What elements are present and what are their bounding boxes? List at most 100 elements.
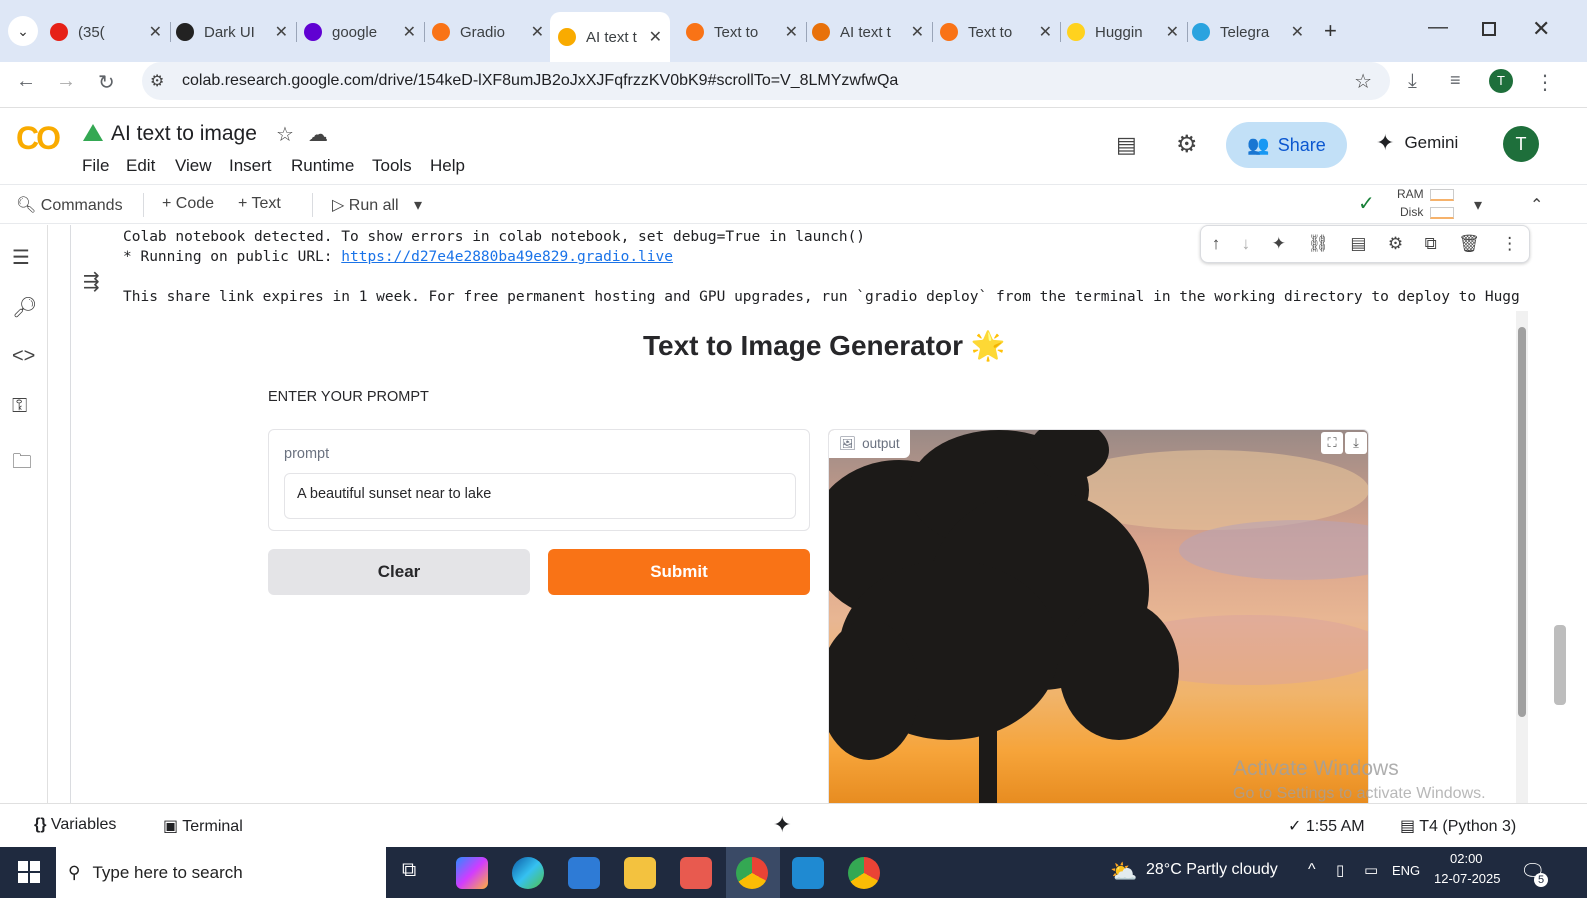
add-code-button[interactable]: + Code bbox=[162, 195, 214, 213]
table-of-contents-icon[interactable]: ☰ bbox=[12, 245, 30, 270]
chrome-profile-icon[interactable] bbox=[848, 857, 880, 889]
tab-close-icon[interactable]: ✕ bbox=[1039, 22, 1052, 42]
url-bar[interactable]: ⚙ colab.research.google.com/drive/154keD… bbox=[142, 62, 1390, 100]
download-icon[interactable]: ⤓ bbox=[1408, 70, 1417, 93]
clear-button[interactable]: Clear bbox=[268, 549, 530, 595]
file-explorer-icon[interactable] bbox=[624, 857, 656, 889]
menu-tools[interactable]: Tools bbox=[372, 156, 412, 176]
menu-edit[interactable]: Edit bbox=[126, 156, 155, 176]
browser-tab[interactable]: Dark UI ✕ bbox=[176, 16, 288, 48]
gemini-button[interactable]: ✦ Gemini bbox=[1376, 130, 1458, 156]
share-button[interactable]: 👥 Share bbox=[1226, 122, 1347, 168]
browser-tab[interactable]: Text to ✕ bbox=[940, 16, 1052, 48]
browser-tab[interactable]: AI text t ✕ bbox=[550, 12, 670, 62]
public-url-link[interactable]: https://d27e4e2880ba49e829.gradio.live bbox=[341, 249, 673, 265]
language-indicator[interactable]: ENG bbox=[1392, 863, 1420, 878]
browser-tab[interactable]: Telegra ✕ bbox=[1192, 16, 1304, 48]
disk-meter[interactable] bbox=[1430, 207, 1454, 219]
fullscreen-icon[interactable]: ⛶ bbox=[1321, 432, 1343, 454]
vscode-icon[interactable] bbox=[792, 857, 824, 889]
runtime-info[interactable]: ▤ T4 (Python 3) bbox=[1400, 816, 1516, 836]
notebook-title[interactable]: AI text to image bbox=[111, 122, 257, 146]
browser-tab[interactable]: (35(✕ bbox=[50, 16, 162, 48]
prompt-input[interactable]: A beautiful sunset near to lake bbox=[284, 473, 796, 519]
restore-button[interactable] bbox=[1482, 22, 1496, 36]
windows-start-icon[interactable] bbox=[18, 861, 40, 883]
collapse-header-icon[interactable]: ⌃ bbox=[1530, 195, 1543, 215]
iframe-scrollbar-thumb[interactable] bbox=[1518, 327, 1526, 717]
battery-icon[interactable]: ▭ bbox=[1364, 861, 1378, 879]
browser-tab[interactable]: Gradio ✕ bbox=[432, 16, 544, 48]
run-all-button[interactable]: ▷ Run all bbox=[332, 195, 399, 215]
site-info-icon[interactable]: ⚙ bbox=[150, 71, 164, 91]
cloud-icon[interactable]: ☁ bbox=[308, 122, 328, 147]
more-options-icon[interactable]: ⋮ bbox=[1501, 234, 1518, 254]
menu-help[interactable]: Help bbox=[430, 156, 465, 176]
weather-icon[interactable]: ⛅ bbox=[1110, 859, 1137, 885]
forward-icon[interactable]: → bbox=[56, 70, 76, 93]
link-icon[interactable]: ⛓ bbox=[1307, 234, 1329, 254]
profile-avatar[interactable]: T bbox=[1489, 69, 1513, 93]
star-icon[interactable]: ☆ bbox=[276, 122, 294, 147]
execution-status[interactable]: ✓ 1:55 AM bbox=[1288, 816, 1365, 836]
back-icon[interactable]: ← bbox=[16, 70, 36, 93]
gemini-cell-icon[interactable]: ✦ bbox=[1272, 234, 1286, 254]
find-icon[interactable]: 🔎︎ bbox=[12, 295, 37, 320]
tab-close-icon[interactable]: ✕ bbox=[403, 22, 416, 42]
comment-icon[interactable]: ▤ bbox=[1350, 234, 1366, 254]
account-avatar[interactable]: T bbox=[1503, 126, 1539, 162]
page-scrollbar-thumb[interactable] bbox=[1554, 625, 1566, 705]
tab-search-button[interactable]: ⌄ bbox=[8, 16, 38, 46]
bookmark-star-icon[interactable]: ☆ bbox=[1354, 69, 1372, 94]
taskbar-search-box[interactable]: ⚲ Type here to search bbox=[56, 847, 386, 898]
close-window-button[interactable]: ✕ bbox=[1532, 16, 1550, 42]
paint-icon[interactable] bbox=[680, 857, 712, 889]
tab-close-icon[interactable]: ✕ bbox=[785, 22, 798, 42]
clock-time[interactable]: 02:00 bbox=[1450, 851, 1483, 866]
ram-meter[interactable] bbox=[1430, 189, 1454, 201]
weather-text[interactable]: 28°C Partly cloudy bbox=[1146, 861, 1278, 879]
browser-tab[interactable]: AI text t ✕ bbox=[812, 16, 924, 48]
run-all-dropdown-icon[interactable]: ▾ bbox=[414, 195, 422, 215]
menu-runtime[interactable]: Runtime bbox=[291, 156, 354, 176]
tab-close-icon[interactable]: ✕ bbox=[649, 27, 662, 47]
mirror-cell-icon[interactable]: ⧉ bbox=[1425, 234, 1437, 254]
files-folder-icon[interactable]: 🗀 bbox=[12, 447, 32, 481]
browser-tab[interactable]: Text to ✕ bbox=[686, 16, 798, 48]
delete-icon[interactable]: 🗑︎ bbox=[1458, 234, 1480, 254]
browser-tab[interactable]: Huggin ✕ bbox=[1067, 16, 1179, 48]
settings-icon[interactable]: ⚙ bbox=[1176, 130, 1198, 159]
resources-dropdown-icon[interactable]: ▾ bbox=[1474, 195, 1482, 215]
output-toggle-icon[interactable]: ⇶ bbox=[83, 269, 100, 294]
menu-insert[interactable]: Insert bbox=[229, 156, 272, 176]
browser-menu-icon[interactable]: ⋮ bbox=[1535, 70, 1555, 95]
tray-chevron-icon[interactable]: ^ bbox=[1308, 861, 1316, 879]
output-image[interactable] bbox=[829, 430, 1369, 803]
comments-icon[interactable]: ▤ bbox=[1116, 132, 1137, 158]
variables-button[interactable]: {} Variables bbox=[34, 816, 116, 834]
move-down-icon[interactable]: ↓ bbox=[1242, 234, 1251, 254]
colab-logo[interactable]: CO bbox=[16, 120, 61, 157]
move-up-icon[interactable]: ↑ bbox=[1212, 234, 1221, 254]
clock-date[interactable]: 12-07-2025 bbox=[1434, 871, 1501, 886]
browser-tab[interactable]: google ✕ bbox=[304, 16, 416, 48]
add-text-button[interactable]: + Text bbox=[238, 195, 281, 213]
terminal-button[interactable]: ▣ Terminal bbox=[163, 816, 243, 836]
network-icon[interactable]: ▯ bbox=[1336, 861, 1344, 879]
chrome-icon[interactable] bbox=[736, 857, 768, 889]
copilot-icon[interactable] bbox=[456, 857, 488, 889]
menu-view[interactable]: View bbox=[175, 156, 212, 176]
store-icon[interactable] bbox=[568, 857, 600, 889]
commands-button[interactable]: 🔍︎ Commands bbox=[16, 195, 123, 215]
submit-button[interactable]: Submit bbox=[548, 549, 810, 595]
edge-icon[interactable] bbox=[512, 857, 544, 889]
tab-close-icon[interactable]: ✕ bbox=[149, 22, 162, 42]
download-image-icon[interactable]: ⤓ bbox=[1345, 432, 1367, 454]
gemini-bottom-icon[interactable]: ✦ bbox=[773, 812, 791, 838]
reload-icon[interactable]: ↻ bbox=[98, 70, 115, 95]
minimize-button[interactable]: — bbox=[1428, 16, 1448, 39]
task-view-icon[interactable]: ⧉ bbox=[402, 859, 416, 882]
tab-close-icon[interactable]: ✕ bbox=[911, 22, 924, 42]
tab-close-icon[interactable]: ✕ bbox=[531, 22, 544, 42]
tab-close-icon[interactable]: ✕ bbox=[1166, 22, 1179, 42]
